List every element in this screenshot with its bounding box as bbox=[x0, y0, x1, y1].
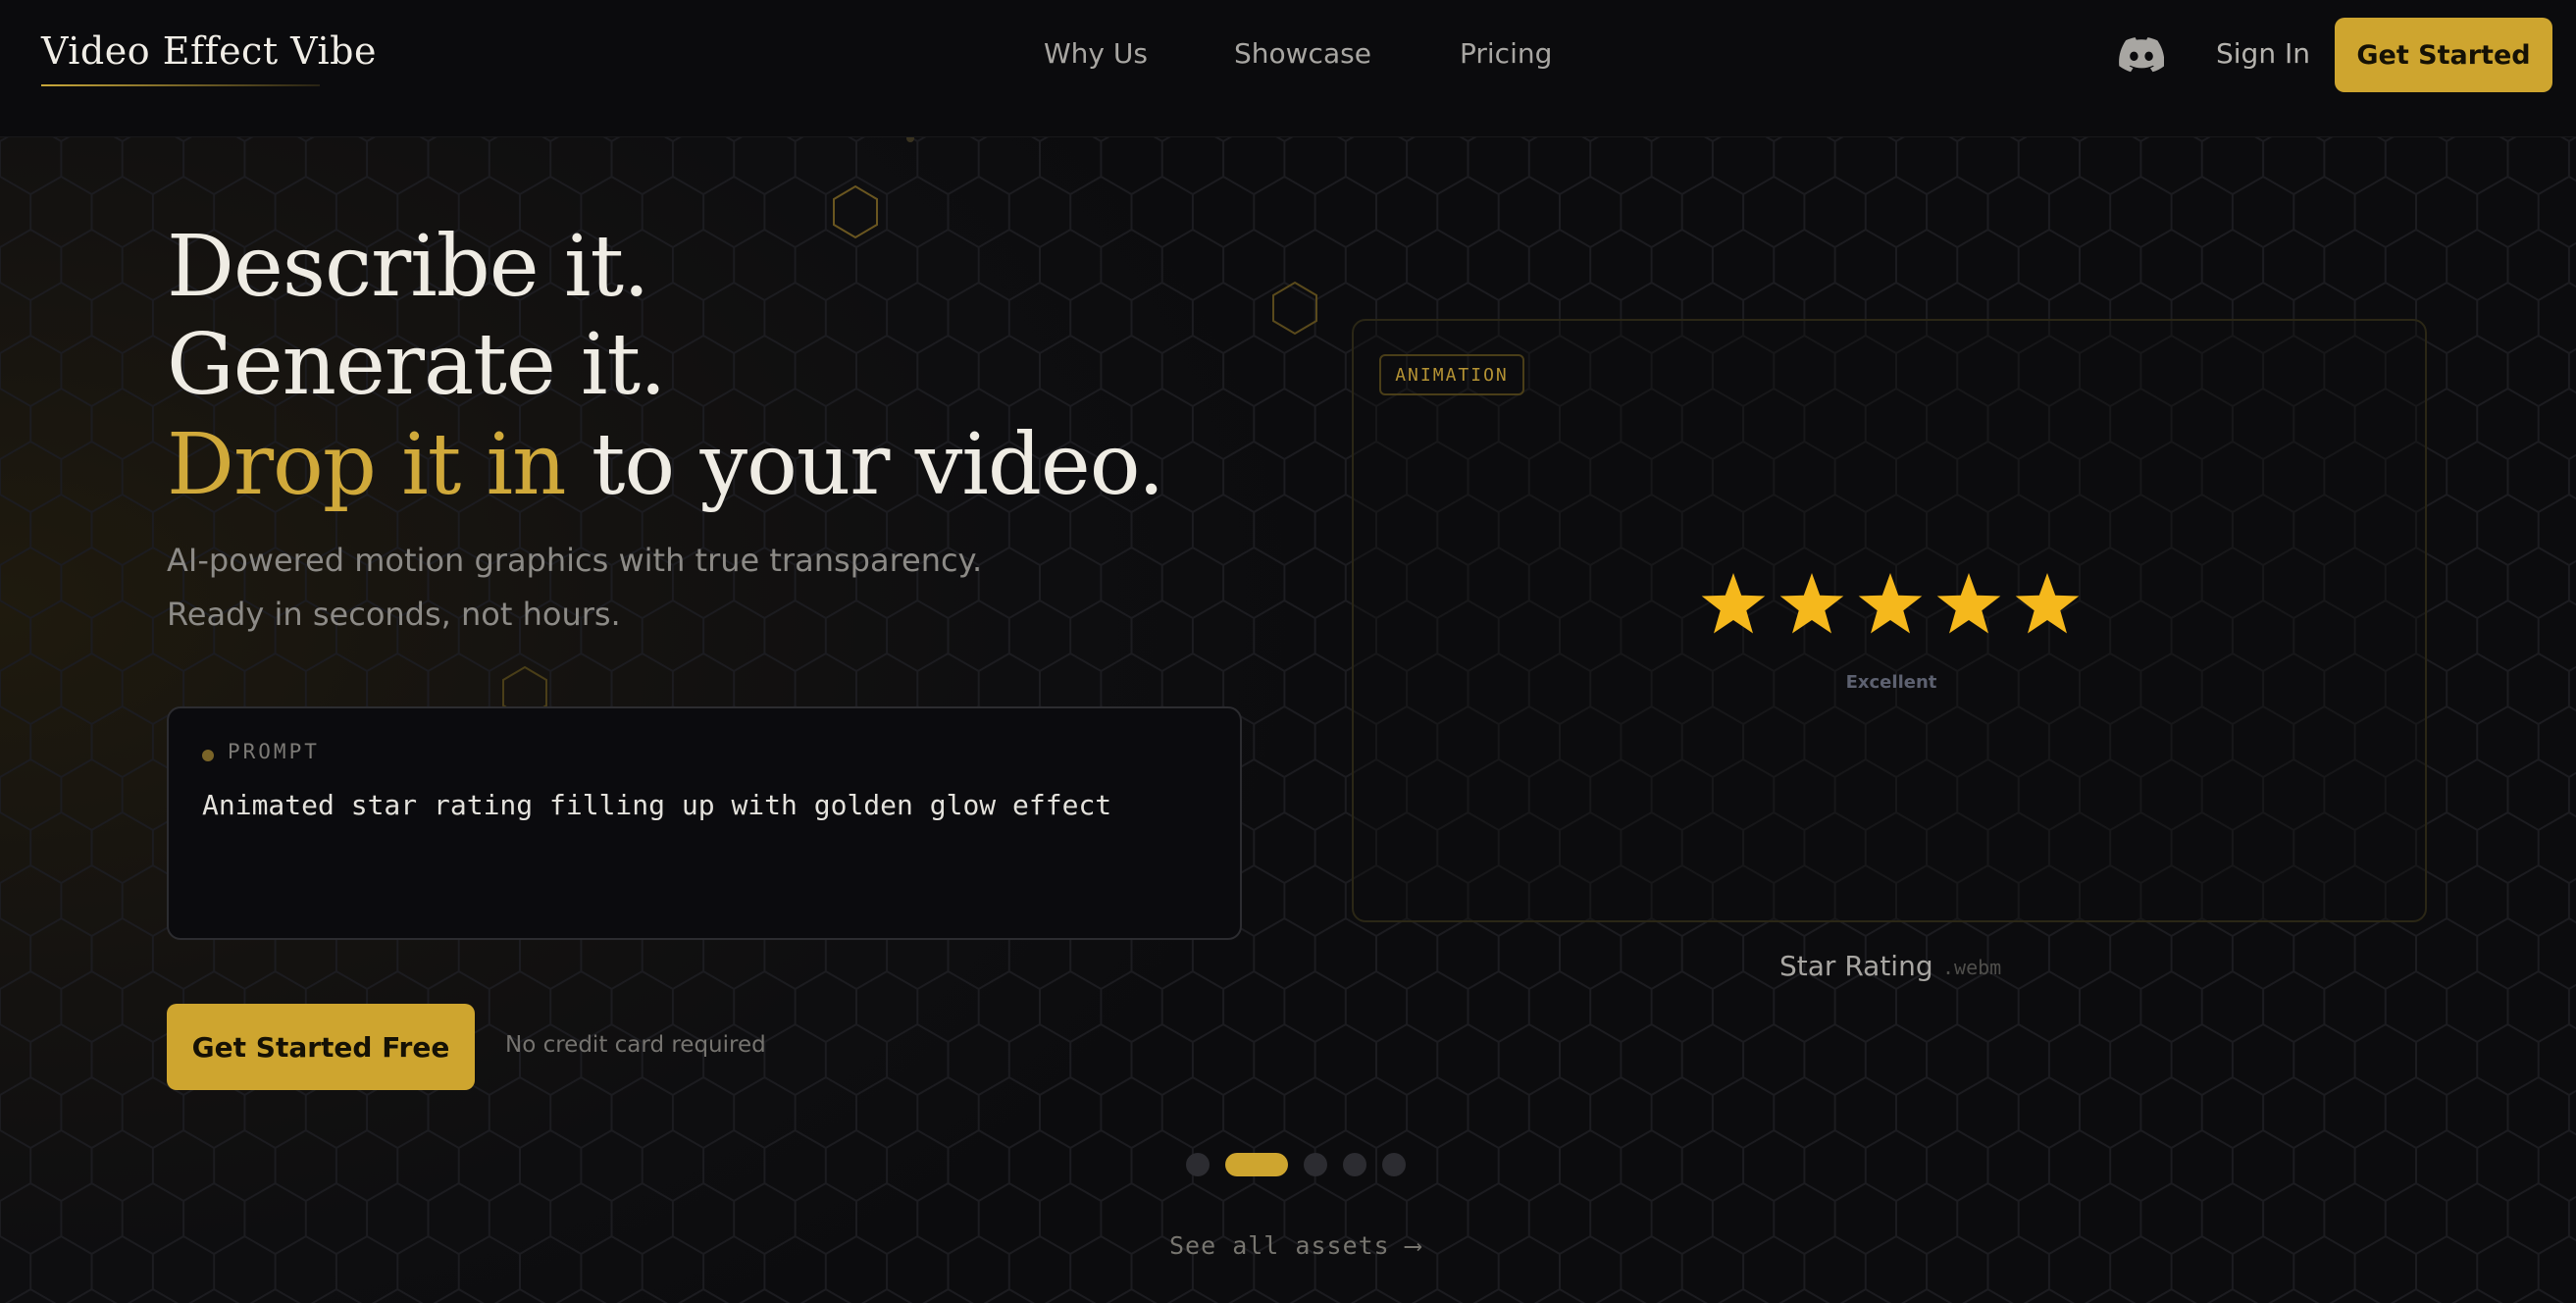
star-icon bbox=[1701, 573, 1766, 634]
discord-icon[interactable] bbox=[2119, 37, 2164, 73]
animation-badge: ANIMATION bbox=[1379, 354, 1524, 395]
star-icon bbox=[1936, 573, 2001, 634]
star-icon bbox=[1779, 573, 1844, 634]
headline-line-2: Generate it. bbox=[167, 316, 666, 414]
nav-link-why-us[interactable]: Why Us bbox=[1044, 37, 1148, 70]
logo-underline bbox=[41, 84, 320, 86]
top-navbar: Video Effect Vibe Why Us Showcase Pricin… bbox=[0, 0, 2576, 137]
headline-line-1: Describe it. bbox=[167, 218, 649, 316]
rating-label: Excellent bbox=[1845, 672, 1937, 693]
star-icon bbox=[1858, 573, 1923, 634]
nav-link-showcase[interactable]: Showcase bbox=[1234, 37, 1371, 70]
headline-line-3: Drop it in to your video. bbox=[167, 416, 1165, 514]
carousel-dot[interactable] bbox=[1382, 1153, 1406, 1176]
subtitle-line-2: Ready in seconds, not hours. bbox=[167, 596, 621, 633]
asset-extension: .webm bbox=[1942, 956, 2002, 979]
prompt-label: PROMPT bbox=[228, 740, 320, 763]
subtitle-line-1: AI-powered motion graphics with true tra… bbox=[167, 542, 983, 579]
sign-in-link[interactable]: Sign In bbox=[2216, 37, 2310, 70]
see-all-assets-link[interactable]: See all assets ⟶ bbox=[1169, 1231, 1421, 1260]
carousel-dot-active[interactable] bbox=[1225, 1153, 1288, 1176]
prompt-text: Animated star rating filling up with gol… bbox=[202, 789, 1112, 821]
logo[interactable]: Video Effect Vibe bbox=[41, 29, 377, 73]
no-credit-card-note: No credit card required bbox=[505, 1032, 766, 1058]
prompt-box[interactable]: PROMPT Animated star rating filling up w… bbox=[167, 706, 1242, 940]
star-rating bbox=[1701, 573, 2080, 634]
asset-name: Star Rating bbox=[1779, 950, 1933, 982]
page: Video Effect Vibe Why Us Showcase Pricin… bbox=[0, 0, 2576, 1303]
get-started-button[interactable]: Get Started bbox=[2335, 18, 2552, 92]
star-icon bbox=[2015, 573, 2080, 634]
animation-preview: ANIMATION Excellent bbox=[1352, 319, 2427, 922]
nav-link-pricing[interactable]: Pricing bbox=[1460, 37, 1552, 70]
carousel-dot[interactable] bbox=[1343, 1153, 1366, 1176]
prompt-dot-icon bbox=[202, 750, 214, 761]
carousel-dot[interactable] bbox=[1186, 1153, 1210, 1176]
headline-highlight: Drop it in bbox=[167, 416, 567, 514]
get-started-free-button[interactable]: Get Started Free bbox=[167, 1004, 475, 1090]
headline-rest: to your video. bbox=[565, 416, 1165, 514]
carousel-dot[interactable] bbox=[1304, 1153, 1327, 1176]
